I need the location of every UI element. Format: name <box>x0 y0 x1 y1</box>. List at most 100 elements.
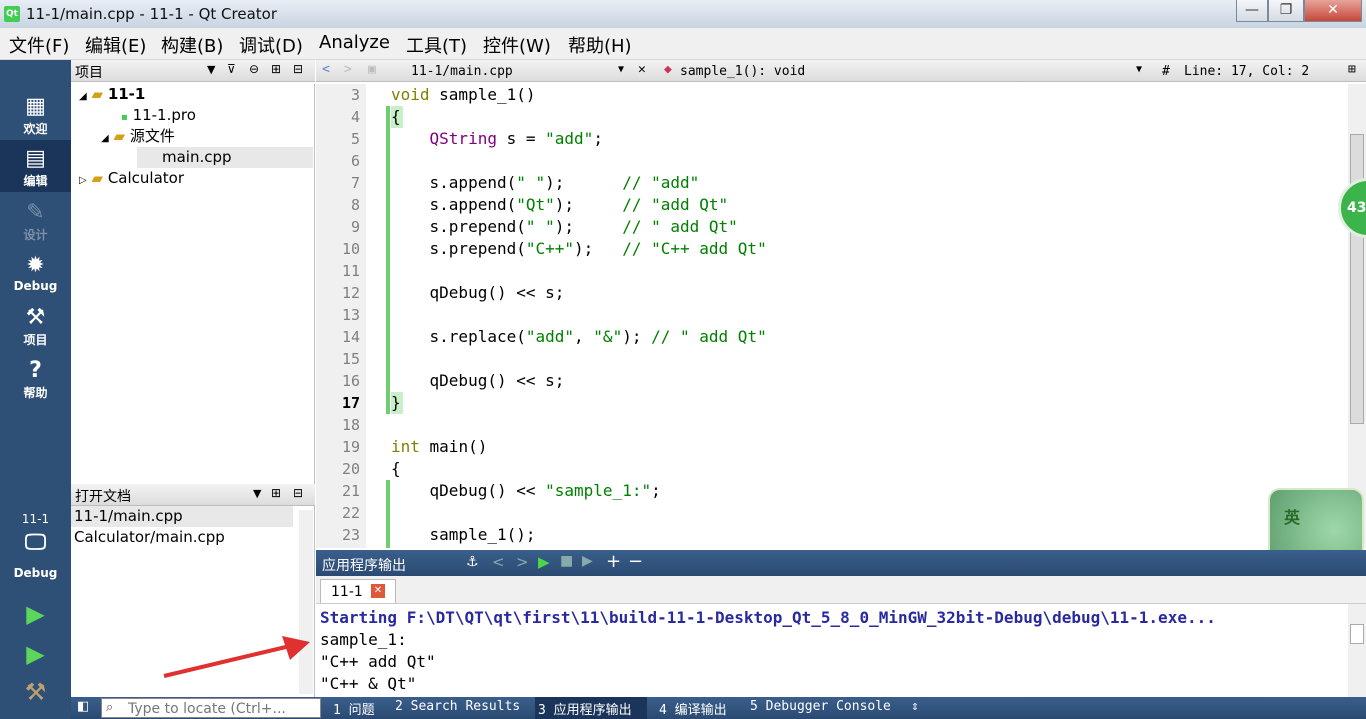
menu-debug[interactable]: 调试(D) <box>239 32 303 58</box>
mode-welcome[interactable]: ▦ 欢迎 <box>0 94 71 144</box>
projects-header: 项目 ▼ ⊽ ⊖ ⊞ ⊟ <box>71 60 315 82</box>
scrollbar-thumb[interactable] <box>1350 624 1364 644</box>
output-scrollbar[interactable] <box>1348 604 1366 697</box>
chevron-down-icon[interactable]: ▼ <box>253 487 261 500</box>
back-arrow-icon[interactable]: < <box>322 62 330 77</box>
code-line[interactable]: QString s = "add"; <box>391 128 1341 150</box>
code-line[interactable] <box>391 502 1341 524</box>
code-line[interactable] <box>391 414 1341 436</box>
debug-run-button[interactable]: ▶ <box>0 640 71 674</box>
tab-app-output[interactable]: 3 应用程序输出 <box>538 699 632 718</box>
menu-tools[interactable]: 工具(T) <box>406 32 467 58</box>
code-line[interactable]: s.prepend("C++"); // "C++ add Qt" <box>391 238 1341 260</box>
menu-widgets[interactable]: 控件(W) <box>483 32 551 58</box>
code-line[interactable]: s.replace("add", "&"); // " add Qt" <box>391 326 1341 348</box>
kit-selector[interactable]: 🖵 <box>0 530 71 564</box>
stop-icon[interactable]: ■ <box>560 553 573 569</box>
code-line[interactable] <box>391 304 1341 326</box>
code-line[interactable]: s.append("Qt"); // "add Qt" <box>391 194 1341 216</box>
code-line[interactable]: qDebug() << s; <box>391 282 1341 304</box>
code-line[interactable]: int main() <box>391 436 1341 458</box>
run-button[interactable]: ▶ <box>0 600 71 634</box>
code-line[interactable]: s.append(" "); // "add" <box>391 172 1341 194</box>
tree-item-calculator[interactable]: ▷ ▰ Calculator <box>71 168 314 189</box>
open-doc-item[interactable]: Calculator/main.cpp <box>71 527 314 548</box>
line-number: 8 <box>350 196 360 214</box>
output-tab[interactable]: 11-1 ✕ <box>320 579 396 603</box>
menu-edit[interactable]: 编辑(E) <box>85 32 146 58</box>
sidebar-toggle-icon[interactable]: ◧ <box>77 699 89 714</box>
code-line[interactable]: { <box>391 106 1341 128</box>
code-line[interactable]: qDebug() << "sample_1:"; <box>391 480 1341 502</box>
menu-file[interactable]: 文件(F) <box>9 32 69 58</box>
forward-arrow-icon[interactable]: > <box>344 62 352 77</box>
tree-item-main-cpp[interactable]: main.cpp <box>137 147 313 168</box>
function-icon: ◆ <box>664 62 672 77</box>
ime-label: 英 <box>1284 508 1301 527</box>
line-number: 3 <box>350 86 360 104</box>
mode-edit[interactable]: ▤ 编辑 <box>0 140 71 192</box>
minus-icon[interactable]: − <box>628 551 643 572</box>
file-selector[interactable]: 11-1/main.cpp <box>411 64 513 79</box>
debug-icon[interactable]: ▶ <box>582 553 593 569</box>
menu-help[interactable]: 帮助(H) <box>568 32 632 58</box>
code-line[interactable]: void sample_1() <box>391 84 1341 106</box>
prev-icon[interactable]: < <box>492 553 505 571</box>
code-area[interactable]: void sample_1(){ QString s = "add"; s.ap… <box>391 84 1341 548</box>
close-panel-icon[interactable]: ⊟ <box>293 486 303 500</box>
annotation-arrow <box>163 636 310 678</box>
code-line[interactable]: } <box>391 392 1341 414</box>
maximize-button[interactable]: ❐ <box>1268 0 1304 22</box>
link-icon[interactable]: ⊖ <box>249 62 259 76</box>
line-number: 5 <box>350 130 360 148</box>
tab-search-results[interactable]: 2 Search Results <box>395 699 520 714</box>
more-tabs-icon[interactable]: ⇕ <box>911 699 919 714</box>
open-doc-item[interactable]: 11-1/main.cpp <box>71 506 293 527</box>
code-line[interactable] <box>391 348 1341 370</box>
code-line[interactable]: qDebug() << s; <box>391 370 1341 392</box>
build-button[interactable]: ⚒ <box>0 678 71 712</box>
minimize-button[interactable]: — <box>1236 0 1268 22</box>
split-icon[interactable]: ⊞ <box>271 486 281 500</box>
output-title: 应用程序输出 <box>322 558 406 574</box>
filter-icon[interactable]: ⊽ <box>227 62 236 76</box>
symbol-selector[interactable]: sample_1(): void <box>680 64 805 79</box>
chevron-down-icon[interactable]: ▼ <box>207 63 215 76</box>
kit-project-label: 11-1 <box>21 512 50 526</box>
split-icon[interactable]: ⊞ <box>271 62 281 76</box>
mode-sidebar: ▦ 欢迎 ▤ 编辑 ✎ 设计 ✹ Debug ⚒ 项目 ? 帮助 11-1 🖵 … <box>0 60 71 719</box>
code-line[interactable] <box>391 260 1341 282</box>
mode-help[interactable]: ? 帮助 <box>0 358 71 408</box>
close-tab-icon[interactable]: ✕ <box>371 584 385 598</box>
tree-item-pro[interactable]: ▪ 11-1.pro <box>71 105 314 126</box>
attach-icon[interactable]: ⚓ <box>466 554 479 570</box>
tab-issues[interactable]: 1 问题 <box>333 699 375 718</box>
close-button[interactable]: ✕ <box>1304 0 1362 22</box>
editor-scrollbar[interactable] <box>1348 84 1366 548</box>
line-number: 15 <box>341 350 360 368</box>
projects-title: 项目 <box>75 65 103 81</box>
code-line[interactable]: { <box>391 458 1341 480</box>
play-icon: ▶ <box>26 600 45 628</box>
tree-item-11-1[interactable]: ◢ ▰ 11-1 <box>71 84 314 105</box>
chevron-down-icon[interactable]: ▼ <box>618 64 624 75</box>
code-line[interactable] <box>391 150 1341 172</box>
mode-debug[interactable]: ✹ Debug <box>0 253 71 303</box>
code-line[interactable]: sample_1(); <box>391 524 1341 546</box>
play-icon[interactable]: ▶ <box>538 553 550 571</box>
chevron-down-icon[interactable]: ▼ <box>1136 64 1142 75</box>
plus-icon[interactable]: + <box>606 551 621 572</box>
menu-analyze[interactable]: Analyze <box>319 32 390 53</box>
close-editor-icon[interactable]: ✕ <box>638 62 646 77</box>
tab-compile-output[interactable]: 4 编译输出 <box>659 699 727 718</box>
next-icon[interactable]: > <box>516 553 529 571</box>
mode-projects[interactable]: ⚒ 项目 <box>0 305 71 355</box>
tree-item-sources[interactable]: ◢ ▰ 源文件 <box>71 126 314 147</box>
code-line[interactable]: s.prepend(" "); // " add Qt" <box>391 216 1341 238</box>
split-icon[interactable]: ⊞ <box>1348 62 1356 77</box>
tab-debugger-console[interactable]: 5 Debugger Console <box>750 699 891 714</box>
mode-design[interactable]: ✎ 设计 <box>0 200 71 250</box>
locator-input[interactable]: ⌕ Type to locate (Ctrl+... <box>101 698 321 718</box>
close-panel-icon[interactable]: ⊟ <box>293 62 303 76</box>
menu-build[interactable]: 构建(B) <box>161 32 223 58</box>
